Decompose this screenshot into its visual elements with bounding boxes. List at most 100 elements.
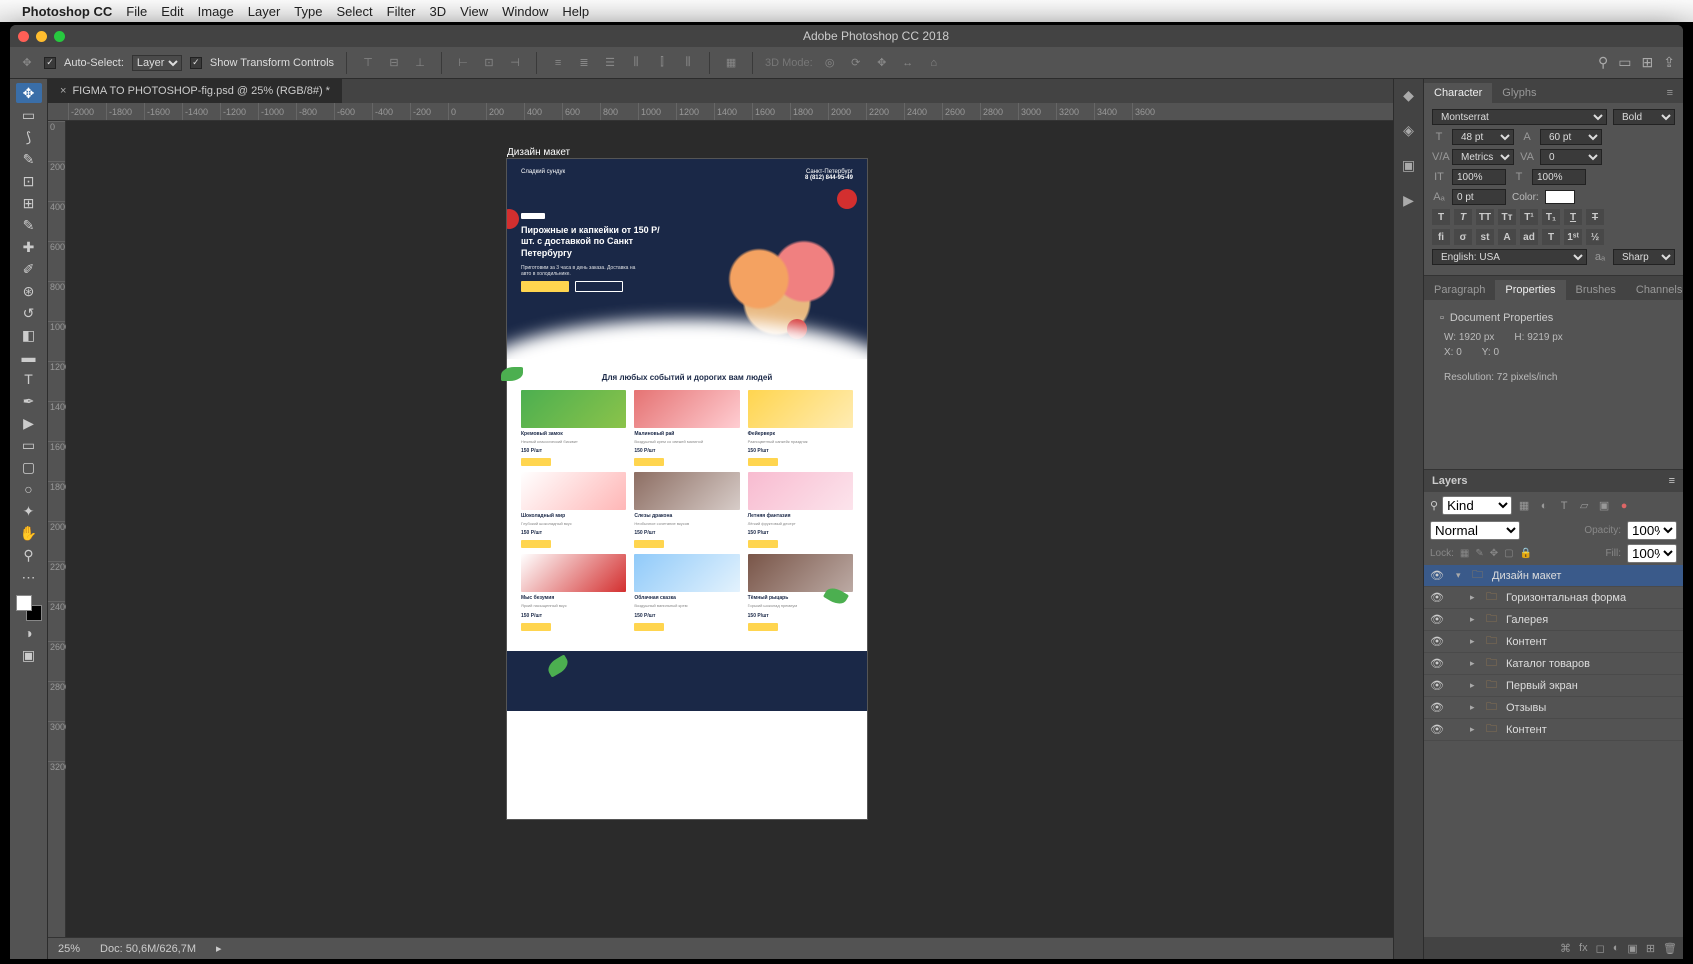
layer-row[interactable]: 👁▸🗀Первый экран [1424,675,1683,697]
pen-tool[interactable]: ✒ [16,391,42,411]
menu-type[interactable]: Type [294,4,322,19]
lock-all-icon[interactable]: 🔒 [1520,548,1532,559]
hand-tool[interactable]: ✋ [16,523,42,543]
titling-button[interactable]: T [1542,229,1560,245]
smartobj-filter-icon[interactable]: ▣ [1596,498,1612,514]
menu-file[interactable]: File [126,4,147,19]
search-icon[interactable]: ⚲ [1598,54,1608,71]
tracking-select[interactable]: 0 [1540,149,1602,165]
edit-toolbar[interactable]: ⋯ [16,567,42,587]
close-window-icon[interactable] [18,31,29,42]
layer-row[interactable]: 👁▸🗀Галерея [1424,609,1683,631]
visibility-eye-icon[interactable]: 👁 [1430,657,1444,670]
font-size-select[interactable]: 48 pt [1452,129,1514,145]
kerning-select[interactable]: Metrics [1452,149,1514,165]
visibility-eye-icon[interactable]: 👁 [1430,701,1444,714]
antialias-select[interactable]: Sharp [1613,249,1675,265]
ligature-button[interactable]: fi [1432,229,1450,245]
disclosure-chevron-icon[interactable]: ▸ [1470,592,1480,603]
menu-layer[interactable]: Layer [248,4,281,19]
move-tool[interactable]: ✥ [16,83,42,103]
history-brush-tool[interactable]: ↺ [16,303,42,323]
zoom-tool[interactable]: ⚲ [16,545,42,565]
layer-row[interactable]: 👁▸🗀Контент [1424,719,1683,741]
layer-style-icon[interactable]: fx [1579,942,1588,954]
ellipse-tool[interactable]: ○ [16,479,42,499]
workspace-icon[interactable]: ▭ [1618,54,1631,71]
align-vcenter-icon[interactable]: ⊟ [385,54,403,72]
layer-row[interactable]: 👁▸🗀Горизонтальная форма [1424,587,1683,609]
leading-select[interactable]: 60 pt [1540,129,1602,145]
layer-row[interactable]: 👁▾🗀Дизайн макет [1424,565,1683,587]
swash-button[interactable]: A [1498,229,1516,245]
eraser-tool[interactable]: ◧ [16,325,42,345]
document-tab[interactable]: × FIGMA TO PHOTOSHOP-fig.psd @ 25% (RGB/… [48,79,342,103]
tab-properties[interactable]: Properties [1495,280,1565,300]
menu-select[interactable]: Select [336,4,372,19]
menu-window[interactable]: Window [502,4,548,19]
tab-brushes[interactable]: Brushes [1566,280,1626,300]
new-group-icon[interactable]: ▣ [1627,942,1637,955]
clone-tool[interactable]: ⊛ [16,281,42,301]
smallcaps-button[interactable]: Tᴛ [1498,209,1516,225]
visibility-eye-icon[interactable]: 👁 [1430,613,1444,626]
custom-shape-tool[interactable]: ✦ [16,501,42,521]
quick-select-tool[interactable]: ✎ [16,149,42,169]
align-left-icon[interactable]: ⊢ [454,54,472,72]
share-icon[interactable]: ⇪ [1663,54,1675,71]
menu-edit[interactable]: Edit [161,4,183,19]
tab-paragraph[interactable]: Paragraph [1424,280,1495,300]
menu-view[interactable]: View [460,4,488,19]
visibility-eye-icon[interactable]: 👁 [1430,591,1444,604]
visibility-eye-icon[interactable]: 👁 [1430,723,1444,736]
frame-tool[interactable]: ⊞ [16,193,42,213]
align-hcenter-icon[interactable]: ⊡ [480,54,498,72]
fill-select[interactable]: 100% [1627,544,1677,563]
tab-glyphs[interactable]: Glyphs [1492,83,1546,103]
discretionary-button[interactable]: st [1476,229,1494,245]
tab-channels[interactable]: Channels [1626,280,1683,300]
opacity-select[interactable]: 100% [1627,521,1677,540]
delete-layer-icon[interactable]: 🗑 [1663,942,1677,955]
crop-tool[interactable]: ⊡ [16,171,42,191]
path-select-tool[interactable]: ▶ [16,413,42,433]
align-right-icon[interactable]: ⊣ [506,54,524,72]
distribute-hcenter-icon[interactable]: ⫿ [653,54,671,72]
superscript-button[interactable]: T¹ [1520,209,1538,225]
menu-help[interactable]: Help [562,4,589,19]
link-layers-icon[interactable]: ⌘ [1560,942,1571,955]
visibility-eye-icon[interactable]: 👁 [1430,679,1444,692]
filter-toggle-icon[interactable]: ● [1616,498,1632,514]
visibility-eye-icon[interactable]: 👁 [1430,569,1444,582]
disclosure-chevron-icon[interactable]: ▸ [1470,724,1480,735]
disclosure-chevron-icon[interactable]: ▸ [1470,614,1480,625]
panel-menu-icon[interactable]: ≡ [1657,83,1683,103]
layer-row[interactable]: 👁▸🗀Каталог товаров [1424,653,1683,675]
disclosure-chevron-icon[interactable]: ▸ [1470,658,1480,669]
tab-character[interactable]: Character [1424,83,1492,103]
fractions-button[interactable]: ½ [1586,229,1604,245]
zoom-level[interactable]: 25% [58,943,80,955]
shape-filter-icon[interactable]: ▱ [1576,498,1592,514]
contextual-button[interactable]: σ [1454,229,1472,245]
rounded-rect-tool[interactable]: ▢ [16,457,42,477]
strikethrough-button[interactable]: T [1586,209,1604,225]
ordinals-button[interactable]: 1ˢᵗ [1564,229,1582,245]
distribute-top-icon[interactable]: ≡ [549,54,567,72]
filter-kind-select[interactable]: Kind [1442,496,1512,515]
underline-button[interactable]: T [1564,209,1582,225]
layer-row[interactable]: 👁▸🗀Контент [1424,631,1683,653]
distribute-right-icon[interactable]: ⫼ [679,54,697,72]
type-tool[interactable]: T [16,369,42,389]
menu-3d[interactable]: 3D [430,4,447,19]
align-bottom-icon[interactable]: ⊥ [411,54,429,72]
screen-mode-icon[interactable]: ▣ [16,645,42,665]
eyedropper-tool[interactable]: ✎ [16,215,42,235]
color-swatches[interactable] [16,595,42,621]
font-style-select[interactable]: Bold [1613,109,1675,125]
lasso-tool[interactable]: ⟆ [16,127,42,147]
play-panel-icon[interactable]: ▶ [1403,192,1414,209]
status-chevron-icon[interactable]: ▸ [216,942,222,955]
visibility-eye-icon[interactable]: 👁 [1430,635,1444,648]
minimize-window-icon[interactable] [36,31,47,42]
